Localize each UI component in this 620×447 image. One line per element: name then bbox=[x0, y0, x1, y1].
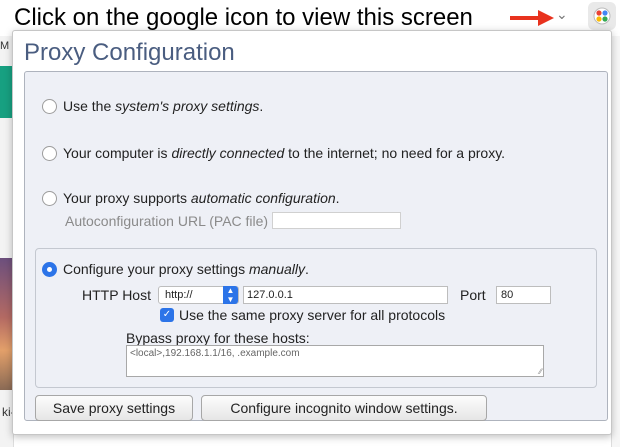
chevron-down-icon[interactable]: ⌄ bbox=[556, 6, 568, 23]
background-page-right bbox=[611, 36, 620, 447]
resize-handle-icon[interactable]: ∕∕ bbox=[539, 367, 542, 376]
manual-config-group: Configure your proxy settings manually. … bbox=[35, 248, 597, 388]
option-label: Your computer is directly connected to t… bbox=[63, 145, 506, 161]
bypass-hosts-value: <local>,192.168.1.1/16, .example.com bbox=[130, 348, 300, 359]
pac-url-label: Autoconfiguration URL (PAC file) bbox=[65, 213, 269, 229]
scheme-value: http:// bbox=[165, 289, 193, 301]
google-extension-icon bbox=[593, 7, 611, 25]
http-host-input[interactable]: 127.0.0.1 bbox=[243, 286, 448, 304]
proxy-options-panel: Use the system's proxy settings. Your co… bbox=[24, 71, 608, 421]
instruction-text: Click on the google icon to view this sc… bbox=[14, 4, 473, 31]
radio-direct-connection[interactable] bbox=[42, 145, 57, 161]
option-auto-config[interactable]: Your proxy supports automatic configurat… bbox=[42, 190, 340, 206]
port-label: Port bbox=[460, 287, 486, 303]
save-proxy-button[interactable]: Save proxy settings bbox=[35, 395, 193, 421]
pac-url-input[interactable] bbox=[272, 212, 401, 229]
scheme-select[interactable]: http:// ▲ ▼ bbox=[158, 286, 239, 304]
radio-system-proxy[interactable] bbox=[42, 98, 57, 114]
incognito-settings-button[interactable]: Configure incognito window settings. bbox=[201, 395, 487, 421]
arrow-right-icon bbox=[510, 10, 554, 26]
same-proxy-checkbox[interactable]: ✓ bbox=[160, 308, 174, 322]
background-letter: M bbox=[0, 40, 10, 52]
google-extension-button[interactable] bbox=[588, 2, 616, 30]
select-arrows-icon: ▲ ▼ bbox=[223, 286, 238, 304]
option-system-proxy[interactable]: Use the system's proxy settings. bbox=[42, 98, 263, 114]
page-title: Proxy Configuration bbox=[24, 39, 235, 66]
bypass-hosts-textarea[interactable]: <local>,192.168.1.1/16, .example.com ∕∕ bbox=[126, 345, 544, 377]
option-manual-config[interactable]: Configure your proxy settings manually. bbox=[42, 261, 309, 277]
option-label: Your proxy supports automatic configurat… bbox=[63, 190, 340, 206]
option-label: Use the system's proxy settings. bbox=[63, 98, 264, 114]
radio-manual-config[interactable] bbox=[42, 261, 57, 277]
http-host-label: HTTP Host bbox=[82, 287, 151, 303]
port-input[interactable]: 80 bbox=[496, 286, 551, 304]
same-proxy-label: Use the same proxy server for all protoc… bbox=[179, 307, 446, 323]
radio-auto-config[interactable] bbox=[42, 190, 57, 206]
proxy-popup: Proxy Configuration Use the system's pro… bbox=[12, 30, 612, 435]
option-direct-connection[interactable]: Your computer is directly connected to t… bbox=[42, 145, 505, 161]
bypass-label: Bypass proxy for these hosts: bbox=[126, 330, 310, 346]
option-label: Configure your proxy settings manually. bbox=[63, 261, 309, 277]
